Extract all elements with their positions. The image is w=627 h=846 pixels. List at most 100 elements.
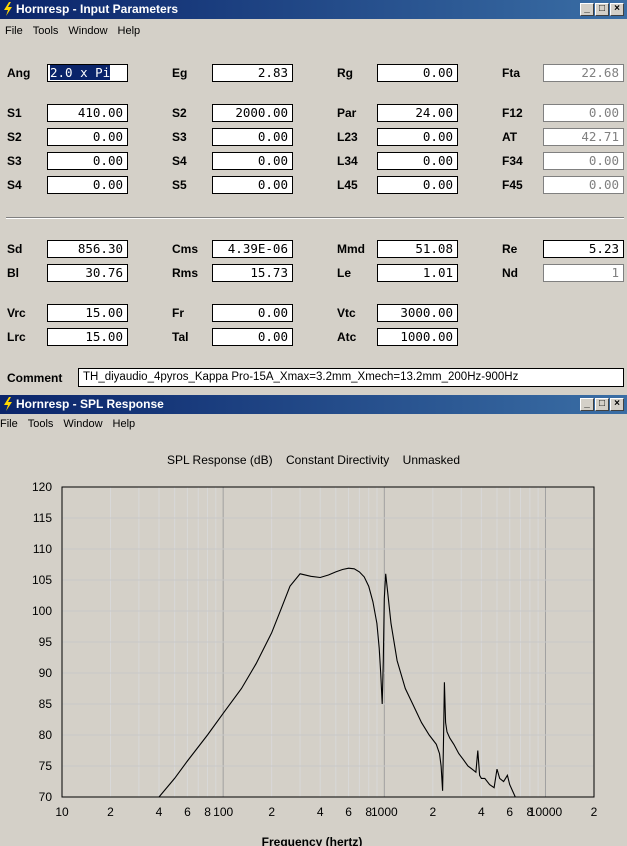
x-tick-label: 1000 <box>371 805 398 819</box>
y-tick-label: 80 <box>39 728 53 742</box>
field-sd[interactable]: 856.30 <box>47 240 128 258</box>
x-tick-label: 4 <box>156 805 163 819</box>
close-button[interactable]: × <box>610 3 624 16</box>
field-s4[interactable]: 0.00 <box>47 176 128 194</box>
label-s4: S4 <box>7 178 22 192</box>
x-tick-label: 2 <box>107 805 114 819</box>
input-window-menubar: File Tools Window Help <box>0 21 145 41</box>
comment-field[interactable]: TH_diyaudio_4pyros_Kappa Pro-15A_Xmax=3.… <box>78 368 624 387</box>
label-tal: Tal <box>172 330 189 344</box>
y-tick-label: 75 <box>39 759 53 773</box>
y-tick-label: 90 <box>39 666 53 680</box>
separator <box>6 217 624 219</box>
label-s3: S3 <box>7 154 22 168</box>
comment-label: Comment <box>7 371 63 385</box>
field-par[interactable]: 24.00 <box>377 104 458 122</box>
label-re: Re <box>502 242 518 256</box>
label-lrc: Lrc <box>7 330 26 344</box>
field-vtc[interactable]: 3000.00 <box>377 304 458 322</box>
spl-chart[interactable]: 707580859095100105110115120 10 2 4 6 8 100 2 4 6… <box>0 470 627 846</box>
field-fr[interactable]: 0.00 <box>212 304 293 322</box>
x-axis-label: Frequency (hertz) <box>262 835 363 846</box>
label-fta: Fta <box>502 66 520 80</box>
menu-window[interactable]: Window <box>63 21 112 41</box>
field-s5[interactable]: 0.00 <box>212 176 293 194</box>
field-fta[interactable]: 22.68 <box>543 64 624 82</box>
menu-file[interactable]: File <box>0 21 28 41</box>
label-rms: Rms <box>172 266 199 280</box>
field-eg[interactable]: 2.83 <box>212 64 293 82</box>
maximize-button[interactable]: □ <box>595 3 609 16</box>
menu-tools[interactable]: Tools <box>23 414 59 434</box>
x-tick-label: 2 <box>268 805 275 819</box>
label-l34: L34 <box>337 154 358 168</box>
input-window-titlebar[interactable]: Hornresp - Input Parameters _ □ × <box>0 0 627 19</box>
y-tick-label: 105 <box>32 573 52 587</box>
field-mmd[interactable]: 51.08 <box>377 240 458 258</box>
menu-tools[interactable]: Tools <box>28 21 64 41</box>
field-f45[interactable]: 0.00 <box>543 176 624 194</box>
x-tick-label: 2 <box>429 805 436 819</box>
y-tick-label: 70 <box>39 790 53 804</box>
label-s4a: S4 <box>172 154 187 168</box>
hornresp-lightning-icon <box>4 397 12 411</box>
field-rg[interactable]: 0.00 <box>377 64 458 82</box>
field-f12[interactable]: 0.00 <box>543 104 624 122</box>
chart-title-directivity: Constant Directivity <box>285 453 390 467</box>
spl-curve <box>158 567 516 798</box>
field-bl[interactable]: 30.76 <box>47 264 128 282</box>
menu-help[interactable]: Help <box>108 414 141 434</box>
field-nd[interactable]: 1 <box>543 264 624 282</box>
field-atc[interactable]: 1000.00 <box>377 328 458 346</box>
label-s1: S1 <box>7 106 22 120</box>
label-f45: F45 <box>502 178 523 192</box>
x-tick-label: 6 <box>184 805 191 819</box>
y-tick-label: 120 <box>32 480 52 494</box>
maximize-button[interactable]: □ <box>595 398 609 411</box>
y-tick-labels: 70 75 80 85 90 95 100 105 110 115 120 <box>32 480 52 804</box>
field-l23[interactable]: 0.00 <box>377 128 458 146</box>
label-rg: Rg <box>337 66 353 80</box>
field-f34[interactable]: 0.00 <box>543 152 624 170</box>
label-fr: Fr <box>172 306 184 320</box>
field-le[interactable]: 1.01 <box>377 264 458 282</box>
label-nd: Nd <box>502 266 518 280</box>
field-vrc[interactable]: 15.00 <box>47 304 128 322</box>
input-parameters-window: Hornresp - Input Parameters _ □ × File T… <box>0 0 627 395</box>
minimize-button[interactable]: _ <box>580 3 594 16</box>
field-s2a[interactable]: 2000.00 <box>212 104 293 122</box>
menu-file[interactable]: File <box>0 414 23 434</box>
y-tick-label: 95 <box>39 635 53 649</box>
field-re[interactable]: 5.23 <box>543 240 624 258</box>
menu-help[interactable]: Help <box>113 21 146 41</box>
field-tal[interactable]: 0.00 <box>212 328 293 346</box>
label-vrc: Vrc <box>7 306 26 320</box>
chart-title-mask: Unmasked <box>402 453 461 467</box>
menu-window[interactable]: Window <box>58 414 107 434</box>
field-at[interactable]: 42.71 <box>543 128 624 146</box>
x-tick-label: 4 <box>478 805 485 819</box>
spl-window-titlebar[interactable]: Hornresp - SPL Response _ □ × <box>0 395 627 414</box>
field-s4a[interactable]: 0.00 <box>212 152 293 170</box>
field-ang[interactable]: 2.0 x Pi <box>47 64 128 82</box>
field-l34[interactable]: 0.00 <box>377 152 458 170</box>
field-lrc[interactable]: 15.00 <box>47 328 128 346</box>
field-l45[interactable]: 0.00 <box>377 176 458 194</box>
spl-window-title: Hornresp - SPL Response <box>16 397 164 411</box>
label-le: Le <box>337 266 352 280</box>
field-s1[interactable]: 410.00 <box>47 104 128 122</box>
field-cms[interactable]: 4.39E-06 <box>212 240 293 258</box>
close-button[interactable]: × <box>610 398 624 411</box>
field-s2[interactable]: 0.00 <box>47 128 128 146</box>
label-atc: Atc <box>337 330 357 344</box>
label-par: Par <box>337 106 357 120</box>
field-s3a[interactable]: 0.00 <box>212 128 293 146</box>
field-s3[interactable]: 0.00 <box>47 152 128 170</box>
x-tick-label: 4 <box>317 805 324 819</box>
minimize-button[interactable]: _ <box>580 398 594 411</box>
label-sd: Sd <box>7 242 23 256</box>
label-f34: F34 <box>502 154 523 168</box>
y-tick-label: 85 <box>39 697 53 711</box>
field-rms[interactable]: 15.73 <box>212 264 293 282</box>
label-ang: Ang <box>7 66 31 80</box>
